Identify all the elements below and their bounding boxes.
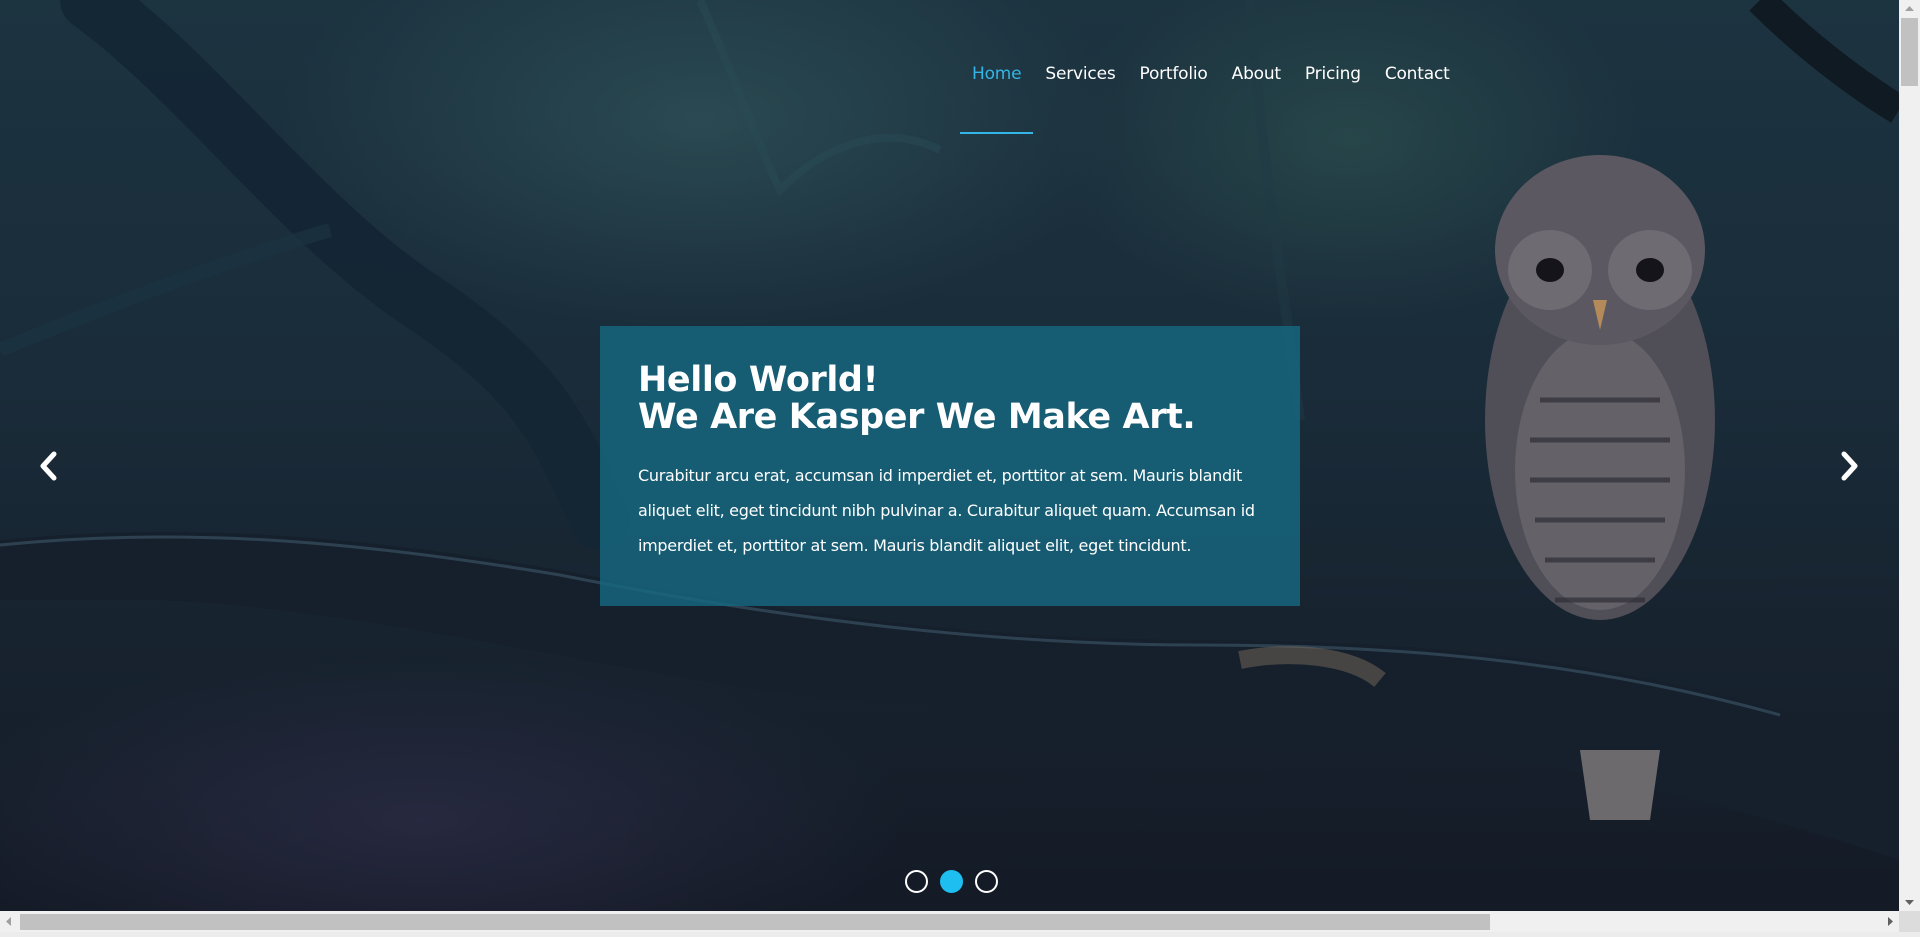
hero-title-line1: Hello World! xyxy=(638,360,879,400)
slider-dot-3[interactable] xyxy=(975,870,998,893)
page-viewport: Home Services Portfolio About Pricing Co… xyxy=(0,0,1899,911)
hero-title-line2: We Are Kasper We Make Art. xyxy=(638,397,1196,437)
arrow-left-icon xyxy=(6,917,11,926)
slider-indicators xyxy=(905,870,998,893)
scrollbar-corner xyxy=(1899,911,1920,932)
scroll-right-button[interactable] xyxy=(1882,911,1899,932)
nav-link-pricing[interactable]: Pricing xyxy=(1293,58,1373,90)
arrow-right-icon xyxy=(1888,917,1893,926)
scroll-down-button[interactable] xyxy=(1899,894,1920,911)
scroll-up-button[interactable] xyxy=(1899,0,1920,17)
nav-link-home[interactable]: Home xyxy=(960,58,1033,90)
arrow-down-icon xyxy=(1905,900,1914,905)
slider-next-button[interactable] xyxy=(1834,446,1864,486)
chevron-left-icon xyxy=(40,451,57,481)
chevron-right-icon xyxy=(1841,451,1858,481)
nav-link-contact[interactable]: Contact xyxy=(1373,58,1462,90)
main-nav: Home Services Portfolio About Pricing Co… xyxy=(960,58,1462,90)
horizontal-scrollbar[interactable] xyxy=(0,911,1899,932)
hero-title: Hello World! We Are Kasper We Make Art. xyxy=(638,362,1262,436)
nav-link-portfolio[interactable]: Portfolio xyxy=(1128,58,1220,90)
slider-prev-button[interactable] xyxy=(34,446,64,486)
hero-description: Curabitur arcu erat, accumsan id imperdi… xyxy=(638,466,1255,555)
nav-link-about[interactable]: About xyxy=(1220,58,1293,90)
hero-section: Home Services Portfolio About Pricing Co… xyxy=(0,0,1899,911)
slider-dot-2[interactable] xyxy=(940,870,963,893)
vertical-scrollbar[interactable] xyxy=(1899,0,1920,911)
hero-caption-box: Hello World! We Are Kasper We Make Art. … xyxy=(600,326,1300,606)
slider-dot-1[interactable] xyxy=(905,870,928,893)
scroll-left-button[interactable] xyxy=(0,911,17,932)
vertical-scroll-thumb[interactable] xyxy=(1901,18,1918,86)
arrow-up-icon xyxy=(1905,6,1914,11)
horizontal-scroll-thumb[interactable] xyxy=(20,914,1490,930)
active-nav-indicator xyxy=(960,132,1033,134)
nav-link-services[interactable]: Services xyxy=(1033,58,1127,90)
